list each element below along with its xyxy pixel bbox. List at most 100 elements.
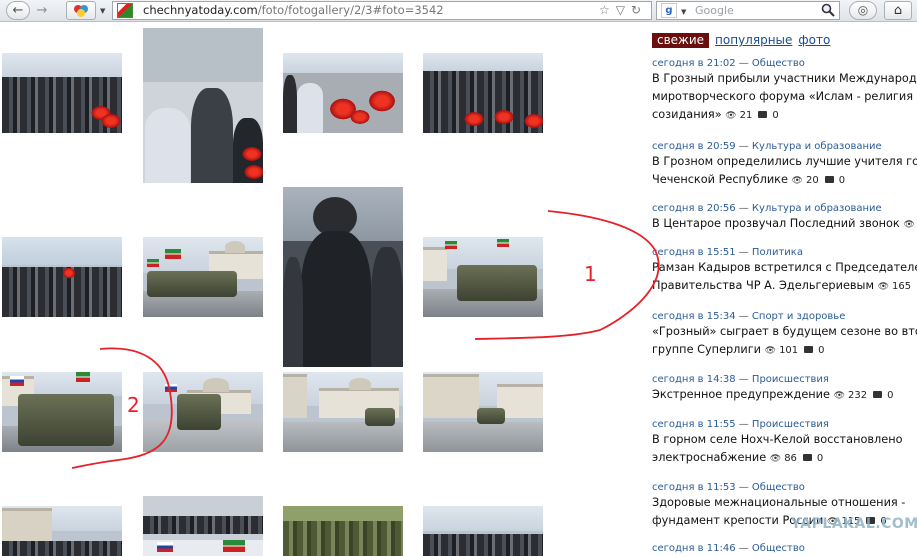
- meta-separator: —: [735, 419, 752, 430]
- gallery-photo[interactable]: [423, 372, 543, 452]
- gallery-photo[interactable]: [143, 28, 263, 183]
- news-title-text[interactable]: Экстренное предупреждение: [652, 388, 830, 401]
- news-category[interactable]: Общество: [752, 58, 805, 69]
- gallery-photo[interactable]: [143, 372, 263, 452]
- gallery-photo[interactable]: [2, 506, 122, 556]
- home-button[interactable]: ⌂: [884, 1, 912, 20]
- tab-popular[interactable]: популярные: [715, 33, 792, 48]
- address-bar[interactable]: chechnyatoday.com/foto/fotogallery/2/3#f…: [112, 1, 652, 20]
- news-title-text[interactable]: В горном селе Нохч-Келой восстановлено: [652, 433, 903, 446]
- news-title-text[interactable]: созидания»: [652, 108, 722, 121]
- news-meta: сегодня в 11:55 — Происшествия: [652, 418, 917, 431]
- globe-button[interactable]: ◎: [849, 1, 877, 20]
- news-time[interactable]: сегодня в 15:34: [652, 311, 736, 322]
- news-category[interactable]: Происшествия: [752, 419, 829, 430]
- news-category[interactable]: Общество: [752, 482, 805, 493]
- google-engine-icon[interactable]: g: [661, 3, 677, 18]
- news-title-text[interactable]: «Грозный» сыграет в будущем сезоне во вт…: [652, 325, 917, 338]
- back-button[interactable]: ←: [6, 1, 30, 20]
- news-time[interactable]: сегодня в 11:46: [652, 543, 736, 554]
- search-bar[interactable]: g ▼ Google: [656, 1, 840, 20]
- news-title-line[interactable]: Здоровые межнациональные отношения -: [652, 494, 917, 512]
- news-title-line[interactable]: В горном селе Нохч-Келой восстановлено: [652, 431, 917, 449]
- news-title-text[interactable]: Здоровые межнациональные отношения -: [652, 496, 905, 509]
- meta-separator: —: [735, 141, 752, 152]
- meta-separator: —: [735, 543, 752, 554]
- news-title-line[interactable]: В Центарое прозвучал Последний звонок 👁2…: [652, 215, 917, 234]
- news-time[interactable]: сегодня в 14:38: [652, 374, 736, 385]
- news-title-line[interactable]: Рамзан Кадыров встретился с Председателе…: [652, 259, 917, 277]
- tab-fresh[interactable]: свежие: [652, 33, 710, 48]
- gallery-photo[interactable]: [423, 506, 543, 556]
- news-time[interactable]: сегодня в 21:02: [652, 58, 736, 69]
- news-time[interactable]: сегодня в 20:59: [652, 141, 736, 152]
- news-title-line[interactable]: В Грозном определились лучшие учителя го…: [652, 153, 917, 171]
- addon-button[interactable]: [66, 1, 96, 20]
- news-time[interactable]: сегодня в 11:55: [652, 419, 736, 430]
- gallery-photo[interactable]: [143, 237, 263, 317]
- views-count: 165: [892, 281, 912, 292]
- comments-count: 0: [887, 390, 894, 401]
- search-icon[interactable]: [821, 3, 835, 20]
- news-title-line[interactable]: Экстренное предупреждение 👁 232 0: [652, 386, 917, 405]
- news-title-text[interactable]: Правительства ЧР А. Эдельгериевым: [652, 279, 874, 292]
- gallery-photo[interactable]: [283, 187, 403, 367]
- news-title-line[interactable]: миротворческого форума «Ислам - религия …: [652, 88, 917, 106]
- news-title-text[interactable]: группе Суперлиги: [652, 343, 761, 356]
- news-category[interactable]: Политика: [752, 247, 803, 258]
- site-favicon-icon: [117, 3, 133, 18]
- browser-toolbar: ← → ▼ chechnyatoday.com/foto/fotogallery…: [0, 0, 917, 22]
- news-category[interactable]: Культура и образование: [752, 203, 882, 214]
- reload-icon[interactable]: ↻: [631, 3, 647, 17]
- news-title-text[interactable]: Чеченской Республике: [652, 173, 788, 186]
- gallery-photo[interactable]: [283, 506, 403, 556]
- news-title-text[interactable]: В Грозном определились лучшие учителя го…: [652, 155, 917, 168]
- news-title-line[interactable]: «Грозный» сыграет в будущем сезоне во вт…: [652, 323, 917, 341]
- tab-photo[interactable]: фото: [798, 33, 830, 48]
- gallery-photo[interactable]: [423, 237, 543, 317]
- news-title-text[interactable]: Рамзан Кадыров встретился с Председателе…: [652, 261, 917, 274]
- news-item: сегодня в 11:55 — Происшествия В горном с…: [652, 418, 917, 468]
- news-category[interactable]: Происшествия: [752, 374, 829, 385]
- news-tabs: свежие популярные фото: [652, 33, 836, 49]
- colorful-circles-icon: [74, 5, 88, 17]
- address-url[interactable]: chechnyatoday.com/foto/fotogallery/2/3#f…: [143, 3, 444, 18]
- news-title-text[interactable]: электроснабжение: [652, 451, 766, 464]
- engine-dropdown-icon[interactable]: ▼: [681, 8, 686, 16]
- dropdown-arrow-icon[interactable]: ▼: [100, 7, 105, 15]
- comments-count: 0: [816, 453, 824, 464]
- gallery-photo[interactable]: [283, 372, 403, 452]
- news-category[interactable]: Культура и образование: [752, 141, 882, 152]
- gallery-photo[interactable]: [2, 372, 122, 452]
- globe-icon: ◎: [857, 3, 869, 17]
- gallery-photo[interactable]: [283, 53, 403, 133]
- views-icon: 👁: [791, 176, 803, 186]
- forward-button[interactable]: →: [32, 1, 52, 20]
- news-item: сегодня в 11:46 — Общество: [652, 542, 917, 555]
- news-title-line[interactable]: группе Суперлиги 👁 101 0: [652, 341, 917, 360]
- news-title-text[interactable]: В Грозный прибыли участники Международно…: [652, 72, 917, 85]
- news-title-line[interactable]: созидания» 👁 21 0: [652, 106, 917, 125]
- back-arrow-icon: ←: [12, 3, 24, 18]
- news-category[interactable]: Спорт и здоровье: [752, 311, 845, 322]
- news-title-line[interactable]: электроснабжение 👁 86 0: [652, 449, 917, 468]
- news-title-text[interactable]: В Центарое прозвучал Последний звонок: [652, 217, 900, 230]
- views-icon: 👁: [725, 111, 737, 121]
- news-time[interactable]: сегодня в 15:51: [652, 247, 736, 258]
- news-title-line[interactable]: Чеченской Республике 👁 20 0: [652, 171, 917, 190]
- gallery-photo[interactable]: [2, 237, 122, 317]
- news-time[interactable]: сегодня в 11:53: [652, 482, 736, 493]
- history-dropdown-icon[interactable]: ▽: [616, 3, 631, 17]
- gallery-photo[interactable]: [2, 53, 122, 133]
- bookmark-star-icon[interactable]: ☆: [599, 3, 616, 17]
- news-title-text[interactable]: миротворческого форума «Ислам - религия …: [652, 90, 917, 103]
- news-time[interactable]: сегодня в 20:56: [652, 203, 736, 214]
- meta-separator: —: [735, 247, 752, 258]
- news-title-line[interactable]: В Грозный прибыли участники Международно…: [652, 70, 917, 88]
- gallery-photo[interactable]: [423, 53, 543, 133]
- search-input[interactable]: Google: [695, 4, 734, 17]
- gallery-photo[interactable]: [143, 496, 263, 556]
- news-category[interactable]: Общество: [752, 543, 805, 554]
- news-meta: сегодня в 20:59 — Культура и образование: [652, 140, 917, 153]
- news-title-line[interactable]: Правительства ЧР А. Эдельгериевым 👁1650: [652, 277, 917, 296]
